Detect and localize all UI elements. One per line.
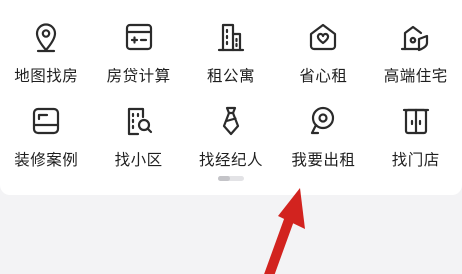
entry-map-search[interactable]: 地图找房 <box>0 14 92 88</box>
quick-entry-grid: 地图找房 房贷计算 租公寓 省心租 高端住宅 装修案例 找小区 找经纪人 我要出… <box>0 14 462 172</box>
entry-label: 我要出租 <box>291 151 356 169</box>
entry-rent-apartment[interactable]: 租公寓 <box>185 14 277 88</box>
entry-label: 地图找房 <box>14 67 79 85</box>
entry-mortgage-calculator[interactable]: 房贷计算 <box>92 14 184 88</box>
premium-residence-icon <box>399 20 433 54</box>
entry-find-agent[interactable]: 找经纪人 <box>185 98 277 172</box>
community-search-icon <box>122 104 156 138</box>
rent-out-key-icon <box>306 104 340 138</box>
entry-label: 房贷计算 <box>106 67 171 85</box>
entry-label: 找小区 <box>114 151 163 169</box>
entry-find-store[interactable]: 找门店 <box>370 98 462 172</box>
entry-label: 省心租 <box>299 67 348 85</box>
entry-label: 装修案例 <box>14 151 79 169</box>
heart-house-icon <box>306 20 340 54</box>
map-pin-icon <box>29 20 63 54</box>
page-indicator <box>218 176 244 181</box>
page-indicator-thumb <box>218 176 230 181</box>
agent-tie-icon <box>214 104 248 138</box>
apartment-building-icon <box>214 20 248 54</box>
calculator-icon <box>122 20 156 54</box>
entry-label: 找经纪人 <box>198 151 263 169</box>
entry-find-community[interactable]: 找小区 <box>92 98 184 172</box>
entry-rent-out[interactable]: 我要出租 <box>277 98 369 172</box>
entry-label: 租公寓 <box>206 67 255 85</box>
quick-entry-card: 地图找房 房贷计算 租公寓 省心租 高端住宅 装修案例 找小区 找经纪人 我要出… <box>0 0 462 195</box>
renovation-case-icon <box>29 104 63 138</box>
entry-label: 高端住宅 <box>383 67 448 85</box>
storefront-icon <box>399 104 433 138</box>
entry-label: 找门店 <box>391 151 440 169</box>
entry-renovation-cases[interactable]: 装修案例 <box>0 98 92 172</box>
entry-worry-free-rent[interactable]: 省心租 <box>277 14 369 88</box>
entry-premium-residence[interactable]: 高端住宅 <box>370 14 462 88</box>
